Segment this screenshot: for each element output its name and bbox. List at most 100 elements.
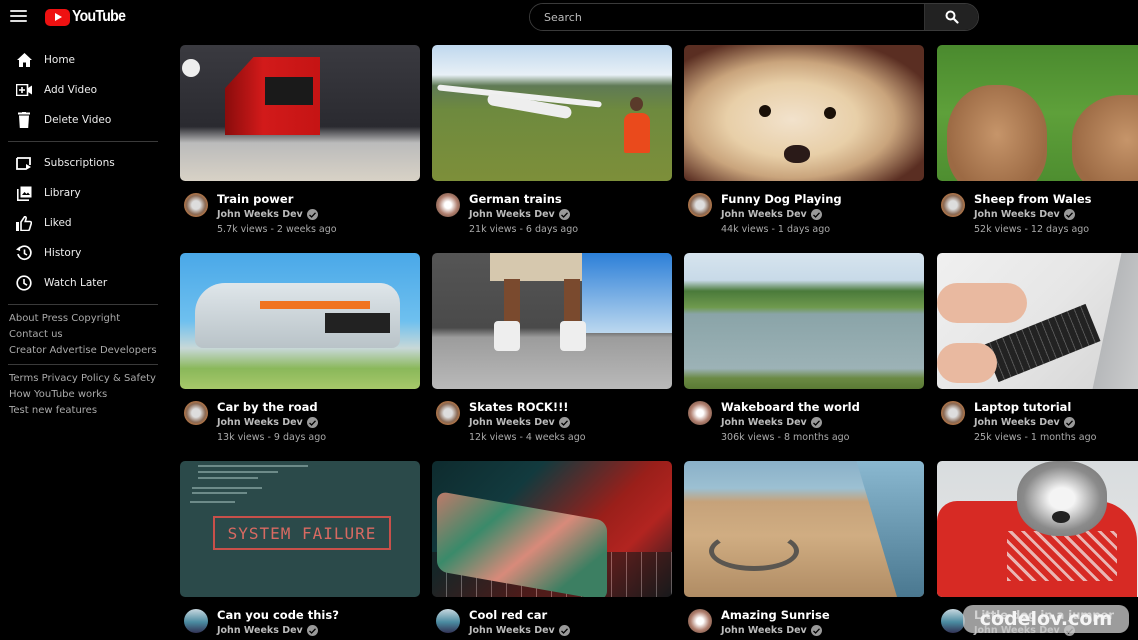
search-button[interactable] [924, 4, 978, 30]
channel-name-text: John Weeks Dev [469, 209, 555, 220]
video-thumbnail[interactable] [937, 45, 1138, 181]
video-title[interactable]: Train power [217, 191, 337, 207]
sidebar-item-history[interactable]: History [0, 238, 165, 268]
add-video-icon [16, 82, 32, 98]
watermark: codelov.com [963, 605, 1129, 633]
video-card[interactable]: Laptop tutorial John Weeks Dev 25k views… [937, 253, 1138, 445]
video-card[interactable]: German trains John Weeks Dev 21k views -… [432, 45, 672, 237]
verified-check-icon [1063, 209, 1075, 220]
video-thumbnail[interactable] [937, 253, 1138, 389]
footer-link-test-new-features[interactable]: Test new features [9, 405, 97, 416]
verified-check-icon [558, 209, 570, 220]
video-title[interactable]: Sheep from Wales [974, 191, 1092, 207]
video-stats: 306k views - 8 months ago [721, 432, 850, 443]
video-thumbnail[interactable] [180, 45, 420, 181]
video-thumbnail[interactable] [432, 461, 672, 597]
sidebar-divider [8, 304, 158, 305]
video-stats: 5.7k views - 2 weeks ago [217, 224, 337, 235]
video-thumbnail[interactable] [432, 253, 672, 389]
footer-link-contact[interactable]: Contact us [9, 329, 63, 340]
channel-name-text: John Weeks Dev [469, 625, 555, 636]
video-thumbnail[interactable] [684, 461, 924, 597]
channel-name[interactable]: John Weeks Dev [217, 207, 337, 222]
channel-name[interactable]: John Weeks Dev [974, 415, 1096, 430]
channel-avatar[interactable] [184, 401, 208, 425]
channel-name[interactable]: John Weeks Dev [217, 623, 339, 638]
channel-avatar[interactable] [184, 609, 208, 633]
video-title[interactable]: Cool red car [469, 607, 570, 623]
channel-avatar[interactable] [436, 193, 460, 217]
sidebar-item-liked[interactable]: Liked [0, 208, 165, 238]
video-thumbnail[interactable] [432, 45, 672, 181]
footer-links-group-1: About Press Copyright Contact us Creator… [0, 311, 165, 358]
channel-avatar[interactable] [184, 193, 208, 217]
channel-name[interactable]: John Weeks Dev [721, 415, 860, 430]
channel-name[interactable]: John Weeks Dev [721, 623, 830, 638]
sidebar-item-library[interactable]: Library [0, 178, 165, 208]
channel-name[interactable]: John Weeks Dev [974, 207, 1092, 222]
sidebar-item-delete-video[interactable]: Delete Video [0, 105, 165, 135]
search-input[interactable] [530, 4, 924, 30]
footer-link-how-youtube-works[interactable]: How YouTube works [9, 389, 107, 400]
channel-name[interactable]: John Weeks Dev [217, 415, 326, 430]
video-thumbnail[interactable] [937, 461, 1138, 597]
subscriptions-icon [16, 155, 32, 171]
channel-avatar[interactable] [436, 401, 460, 425]
sidebar-item-label: Subscriptions [44, 157, 115, 169]
channel-name[interactable]: John Weeks Dev [469, 623, 570, 638]
youtube-logo[interactable]: YouTube [45, 8, 132, 26]
channel-name-text: John Weeks Dev [721, 625, 807, 636]
footer-link-copyright[interactable]: Copyright [71, 313, 120, 324]
footer-link-terms[interactable]: Terms [9, 373, 38, 384]
video-thumbnail[interactable] [684, 253, 924, 389]
video-title[interactable]: Skates ROCK!!! [469, 399, 586, 415]
video-title[interactable]: Amazing Sunrise [721, 607, 830, 623]
video-thumbnail[interactable] [684, 45, 924, 181]
channel-avatar[interactable] [688, 609, 712, 633]
video-title[interactable]: Laptop tutorial [974, 399, 1096, 415]
video-card[interactable]: Sheep from Wales John Weeks Dev 52k view… [937, 45, 1138, 237]
channel-avatar[interactable] [688, 401, 712, 425]
footer-link-policy-safety[interactable]: Policy & Safety [81, 373, 156, 384]
verified-check-icon [810, 625, 822, 636]
video-card[interactable]: Cool red car John Weeks Dev [432, 461, 672, 638]
video-title[interactable]: Funny Dog Playing [721, 191, 842, 207]
video-card[interactable]: Amazing Sunrise John Weeks Dev [684, 461, 924, 638]
channel-avatar[interactable] [436, 609, 460, 633]
channel-avatar[interactable] [941, 193, 965, 217]
video-title[interactable]: German trains [469, 191, 578, 207]
search-bar [529, 3, 979, 31]
channel-name[interactable]: John Weeks Dev [469, 207, 578, 222]
channel-name[interactable]: John Weeks Dev [721, 207, 842, 222]
video-card[interactable]: Funny Dog Playing John Weeks Dev 44k vie… [684, 45, 924, 237]
footer-link-press[interactable]: Press [42, 313, 68, 324]
footer-link-about[interactable]: About [9, 313, 39, 324]
channel-name[interactable]: John Weeks Dev [469, 415, 586, 430]
video-thumbnail[interactable] [180, 253, 420, 389]
hamburger-menu-icon[interactable] [10, 10, 27, 24]
channel-avatar[interactable] [941, 609, 965, 633]
verified-check-icon [306, 209, 318, 220]
video-card[interactable]: Skates ROCK!!! John Weeks Dev 12k views … [432, 253, 672, 445]
sidebar-item-subscriptions[interactable]: Subscriptions [0, 148, 165, 178]
sidebar-item-add-video[interactable]: Add Video [0, 75, 165, 105]
video-title[interactable]: Wakeboard the world [721, 399, 860, 415]
video-card[interactable]: Car by the road John Weeks Dev 13k views… [180, 253, 420, 445]
channel-avatar[interactable] [941, 401, 965, 425]
video-card[interactable]: Wakeboard the world John Weeks Dev 306k … [684, 253, 924, 445]
channel-avatar[interactable] [688, 193, 712, 217]
verified-check-icon [810, 417, 822, 428]
footer-link-creator[interactable]: Creator [9, 345, 46, 356]
sidebar-item-watch-later[interactable]: Watch Later [0, 268, 165, 298]
channel-name-text: John Weeks Dev [217, 417, 303, 428]
video-card[interactable]: SYSTEM FAILURE Can you code this? John W… [180, 461, 420, 638]
footer-link-developers[interactable]: Developers [100, 345, 157, 356]
footer-link-advertise[interactable]: Advertise [50, 345, 97, 356]
video-title[interactable]: Car by the road [217, 399, 326, 415]
video-title[interactable]: Can you code this? [217, 607, 339, 623]
footer-link-privacy[interactable]: Privacy [42, 373, 78, 384]
video-card[interactable]: Train power John Weeks Dev 5.7k views - … [180, 45, 420, 237]
video-thumbnail[interactable]: SYSTEM FAILURE [180, 461, 420, 597]
footer-links-group-2: Terms Privacy Policy & Safety How YouTub… [0, 371, 165, 418]
sidebar-item-home[interactable]: Home [0, 45, 165, 75]
